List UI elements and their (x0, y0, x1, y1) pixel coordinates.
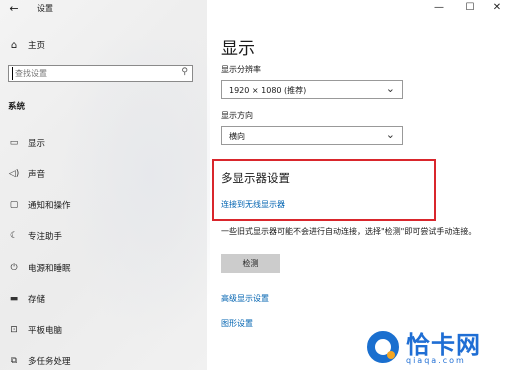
sidebar-item-label: 声音 (28, 170, 46, 180)
power-icon: ⏻ (10, 263, 18, 273)
connect-wireless-display-link[interactable]: 连接到无线显示器 (221, 199, 285, 210)
detect-button[interactable]: 检测 (221, 254, 280, 273)
graphics-settings-link[interactable]: 图形设置 (221, 318, 253, 329)
close-icon[interactable]: ✕ (482, 0, 512, 16)
chevron-down-icon: ⌄ (385, 128, 395, 141)
sidebar-item-label: 专注助手 (28, 232, 63, 242)
orientation-label: 显示方向 (221, 111, 253, 120)
sidebar-item-home[interactable]: ⌂ 主页 (6, 38, 45, 52)
watermark-subtitle: qiaqa.com (406, 356, 466, 365)
sidebar-item-label: 存储 (28, 295, 46, 305)
search-icon[interactable]: ⚲ (181, 67, 188, 77)
sidebar-item-sound[interactable]: ◁) 声音 (6, 167, 45, 181)
monitor-icon: ▭ (9, 138, 19, 148)
watermark-title: 恰卡网 (406, 331, 481, 359)
sidebar-group-header: 系统 (8, 102, 26, 112)
sidebar-item-power-sleep[interactable]: ⏻ 电源和睡眠 (6, 261, 71, 275)
search-input[interactable] (12, 67, 175, 80)
detect-info-text: 一些旧式显示器可能不会进行自动连接，选择"检测"即可尝试手动连接。 (221, 227, 477, 236)
sidebar-item-label: 多任务处理 (28, 357, 71, 367)
multi-display-heading: 多显示器设置 (221, 171, 290, 185)
back-arrow-icon[interactable]: ← (6, 2, 22, 16)
sidebar-item-tablet[interactable]: ⊡ 平板电脑 (6, 323, 62, 337)
watermark-logo: 恰卡网 qiaqa.com (362, 325, 512, 370)
sidebar-item-label: 主页 (28, 41, 46, 51)
resolution-value: 1920 × 1080 (推荐) (229, 86, 307, 95)
chevron-down-icon: ⌄ (385, 82, 395, 95)
resolution-dropdown[interactable]: 1920 × 1080 (推荐) ⌄ (221, 80, 403, 99)
multitasking-icon: ⧉ (10, 356, 18, 366)
sidebar-item-label: 电源和睡眠 (28, 264, 71, 274)
sidebar-item-notifications[interactable]: ▢ 通知和操作 (6, 198, 71, 212)
sidebar-item-label: 显示 (28, 139, 46, 149)
sidebar-item-storage[interactable]: ▬ 存储 (6, 292, 45, 306)
watermark-icon (365, 329, 401, 365)
orientation-dropdown[interactable]: 横向 ⌄ (221, 126, 403, 145)
sidebar-item-focus-assist[interactable]: ☾ 专注助手 (6, 229, 62, 243)
sidebar: ← 设置 ⌂ 主页 ⚲ 系统 ▭ 显示 ◁) 声音 ▢ 通知和操作 ☾ 专注助手… (0, 0, 210, 370)
home-icon: ⌂ (10, 39, 18, 51)
window-title: 设置 (37, 4, 53, 13)
sidebar-item-label: 通知和操作 (28, 201, 71, 211)
page-title: 显示 (221, 39, 255, 59)
search-box[interactable]: ⚲ (8, 65, 193, 82)
storage-icon: ▬ (9, 294, 19, 304)
tablet-icon: ⊡ (10, 325, 18, 335)
resolution-label: 显示分辨率 (221, 65, 261, 74)
orientation-value: 横向 (229, 132, 245, 141)
sidebar-item-multitasking[interactable]: ⧉ 多任务处理 (6, 354, 71, 368)
sidebar-item-label: 平板电脑 (28, 326, 63, 336)
maximize-icon[interactable]: ☐ (455, 0, 485, 16)
notification-icon: ▢ (9, 200, 19, 210)
highlight-annotation-box (212, 159, 436, 221)
moon-icon: ☾ (9, 231, 19, 241)
sidebar-item-display[interactable]: ▭ 显示 (6, 136, 45, 150)
minimize-icon[interactable]: — (424, 0, 454, 16)
speaker-icon: ◁) (8, 169, 20, 179)
advanced-display-settings-link[interactable]: 高级显示设置 (221, 293, 269, 304)
